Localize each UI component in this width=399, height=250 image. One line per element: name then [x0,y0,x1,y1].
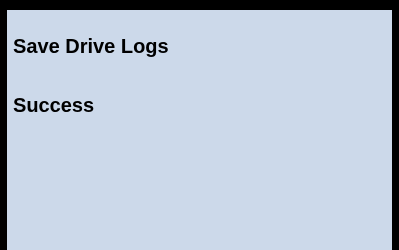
device-screen: Save Drive Logs Success [0,0,399,250]
status-message: Success [13,95,95,117]
screen-title: Save Drive Logs [13,36,169,58]
